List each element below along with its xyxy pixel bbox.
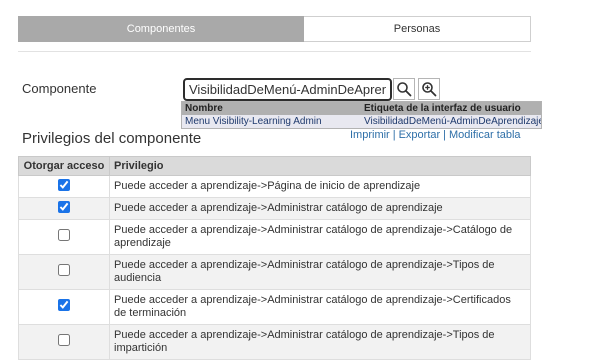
tab-personas[interactable]: Personas [304,16,531,42]
search-button[interactable] [393,78,415,100]
grant-cell [18,175,110,198]
grant-access-checkbox[interactable] [58,334,70,346]
autocomplete-header-label: Etiqueta de la interfaz de usuario [364,103,521,114]
privilege-cell: Puede acceder a aprendizaje->Administrar… [109,254,531,290]
table-row: Puede acceder a aprendizaje->Administrar… [18,197,531,220]
autocomplete-option-label: VisibilidadDeMenú-AdminDeAprendizaje [364,116,541,127]
privilege-cell: Puede acceder a aprendizaje->Administrar… [109,197,531,220]
table-row: Puede acceder a aprendizaje->Administrar… [18,289,531,325]
autocomplete-option[interactable]: Menu Visibility-Learning Admin Visibilid… [182,115,541,128]
advanced-search-button[interactable] [418,78,440,100]
separator: | [392,129,396,141]
grant-cell [18,324,110,360]
search-icon [397,82,412,97]
privileges-title: Privilegios del componente [22,130,202,147]
privilege-cell: Puede acceder a aprendizaje->Administrar… [109,219,531,255]
component-input[interactable] [183,78,392,101]
column-header-grant[interactable]: Otorgar acceso [18,156,110,176]
print-link[interactable]: Imprimir [350,129,390,141]
grant-access-checkbox[interactable] [58,200,70,213]
modify-table-link[interactable]: Modificar tabla [449,129,521,141]
privilege-cell: Puede acceder a aprendizaje->Administrar… [109,324,531,360]
privilege-cell: Puede acceder a aprendizaje->Página de i… [109,175,531,198]
tab-componentes[interactable]: Componentes [18,16,304,42]
zoom-search-icon [422,82,437,97]
privileges-table: Otorgar acceso Privilegio Puede acceder … [18,156,531,360]
table-header-row: Otorgar acceso Privilegio [18,156,531,176]
grant-cell [18,289,110,325]
autocomplete-header: Nombre Etiqueta de la interfaz de usuari… [182,102,541,115]
autocomplete-option-name: Menu Visibility-Learning Admin [185,116,322,127]
table-actions: Imprimir | Exportar | Modificar tabla [350,129,521,141]
divider [18,51,531,52]
autocomplete-header-name: Nombre [185,103,223,114]
tab-bar: Componentes Personas [18,16,531,42]
table-row: Puede acceder a aprendizaje->Página de i… [18,175,531,198]
table-row: Puede acceder a aprendizaje->Administrar… [18,219,531,255]
grant-access-checkbox[interactable] [58,264,70,276]
grant-cell [18,254,110,290]
grant-cell [18,219,110,255]
grant-access-checkbox[interactable] [58,229,70,241]
grant-access-checkbox[interactable] [58,178,70,191]
autocomplete-dropdown: Nombre Etiqueta de la interfaz de usuari… [181,101,542,129]
component-label: Componente [22,81,97,96]
grant-access-checkbox[interactable] [58,299,70,311]
separator: | [443,129,447,141]
table-row: Puede acceder a aprendizaje->Administrar… [18,324,531,360]
table-row: Puede acceder a aprendizaje->Administrar… [18,254,531,290]
column-header-privilege[interactable]: Privilegio [109,156,531,176]
privilege-cell: Puede acceder a aprendizaje->Administrar… [109,289,531,325]
export-link[interactable]: Exportar [399,129,441,141]
grant-cell [18,197,110,220]
